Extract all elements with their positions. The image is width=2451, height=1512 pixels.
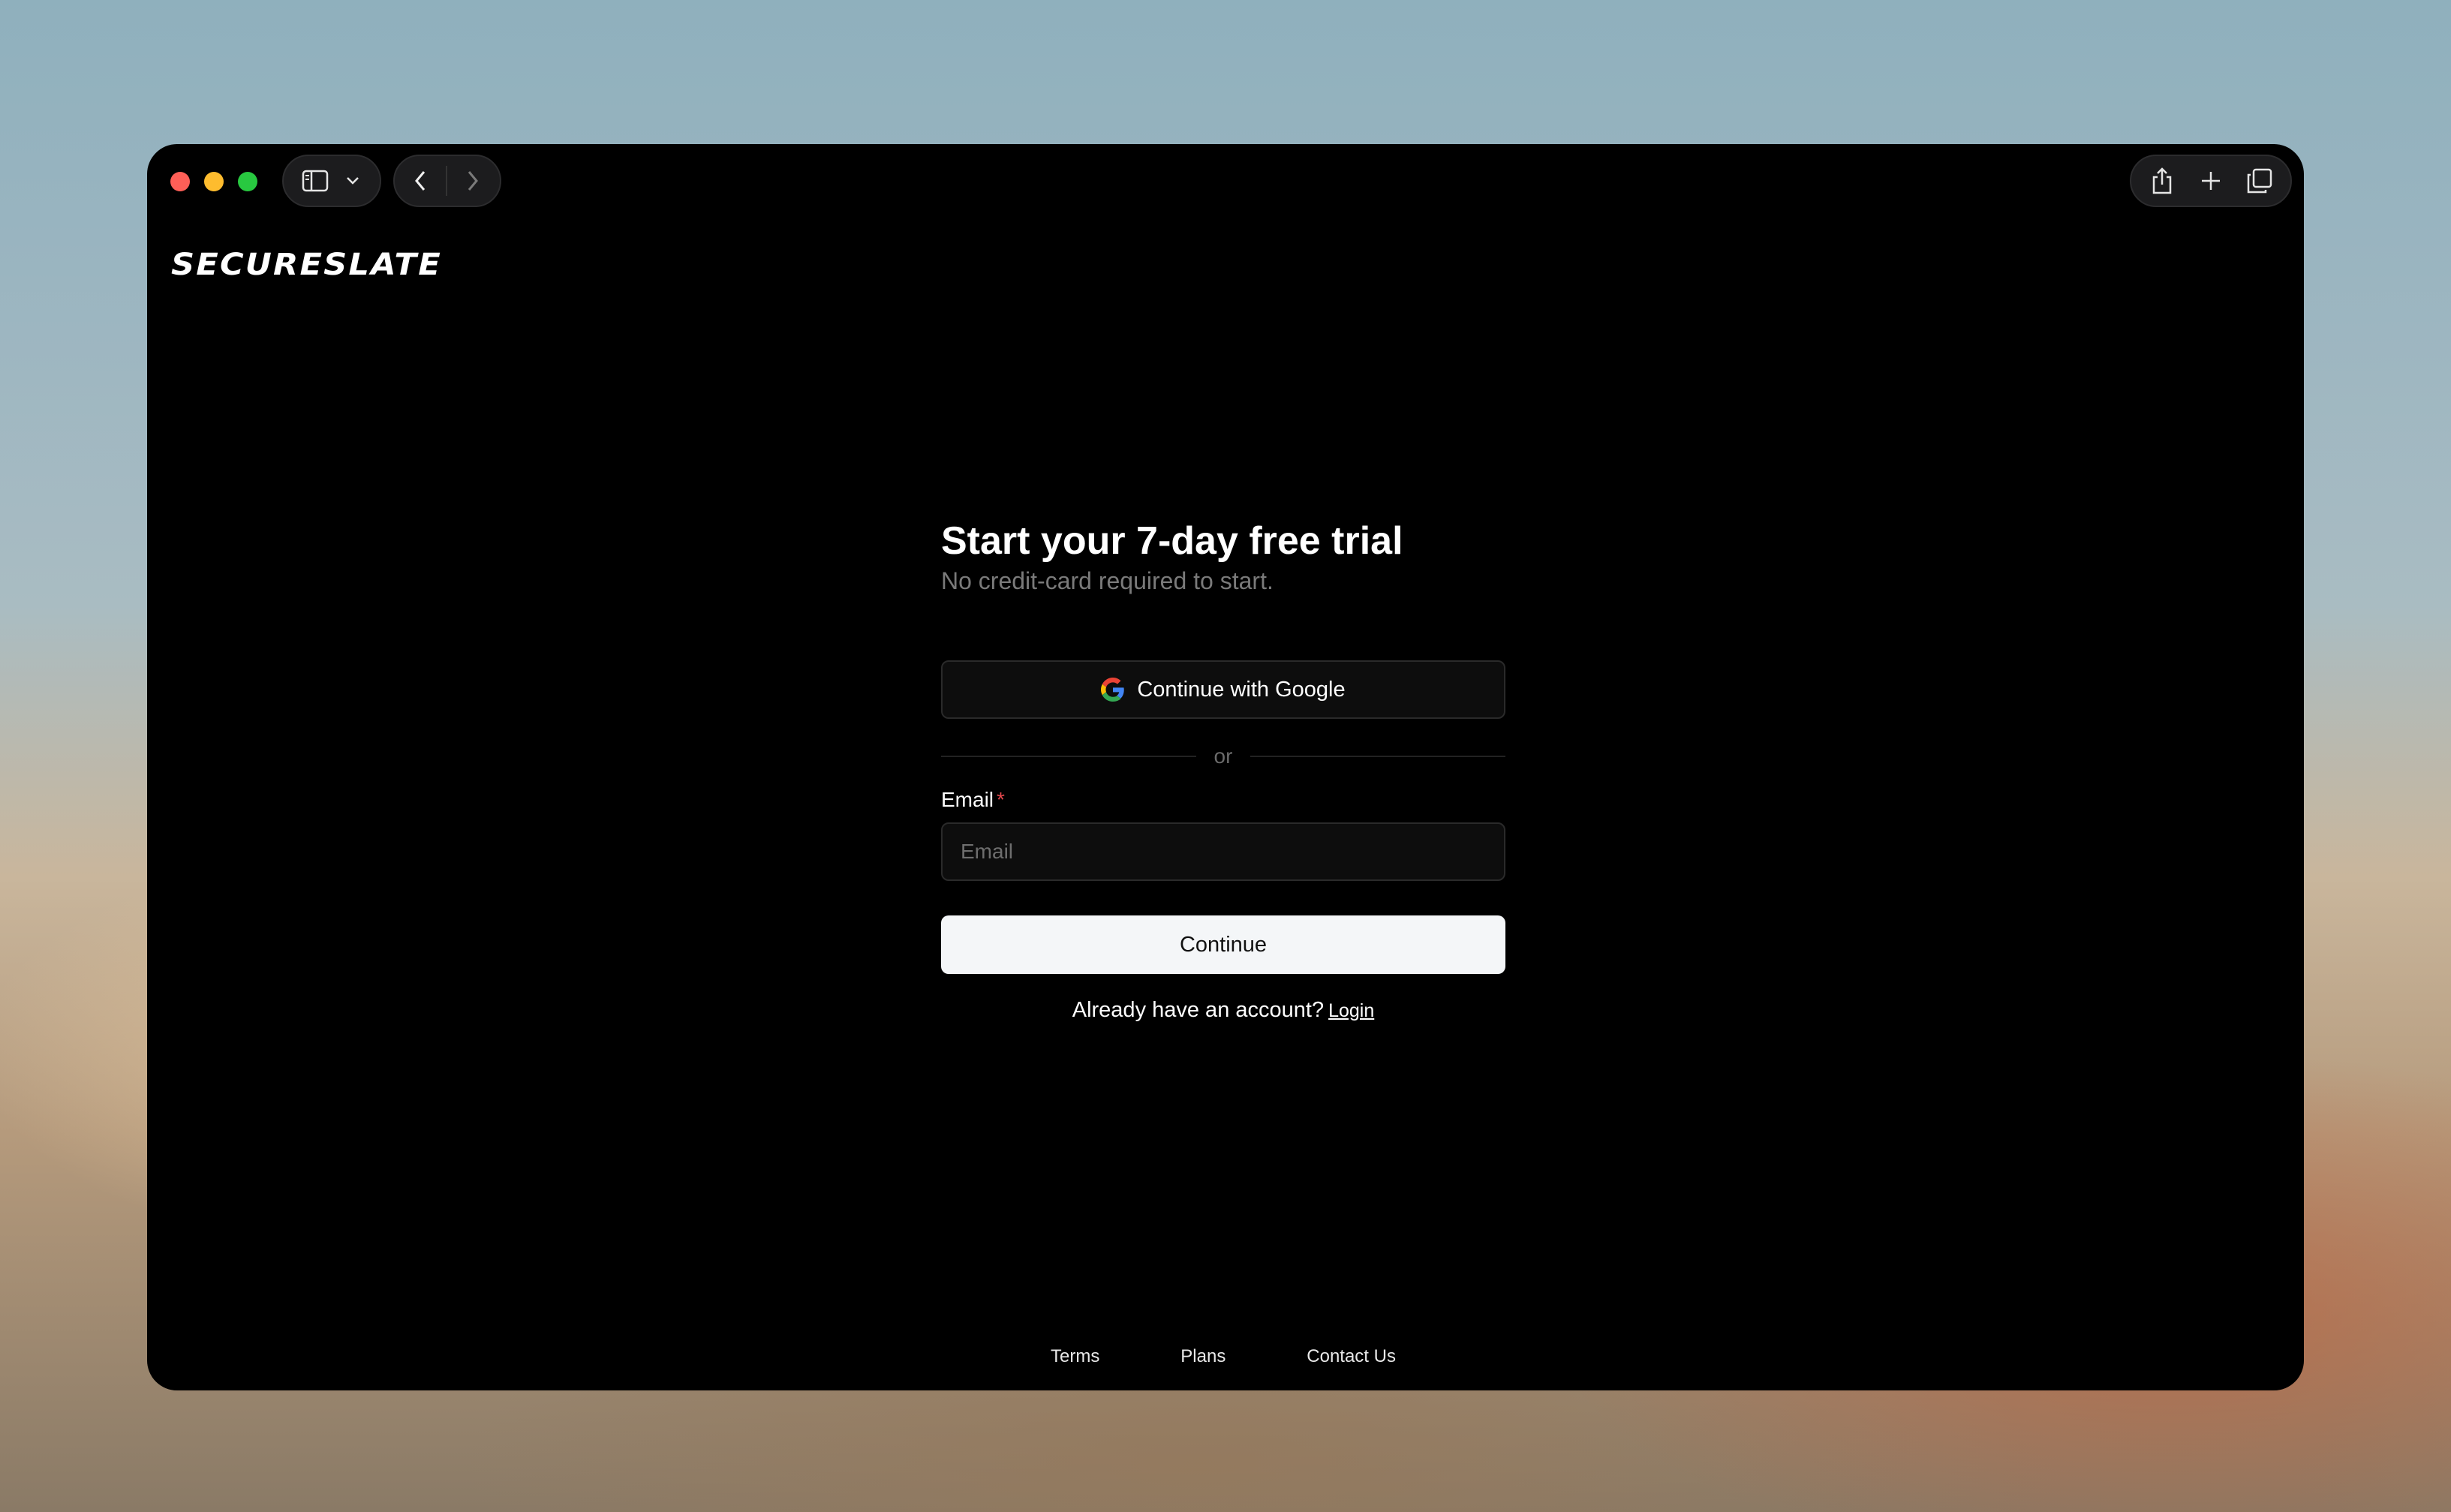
maximize-window-button[interactable] — [238, 172, 257, 191]
close-window-button[interactable] — [170, 172, 190, 191]
continue-with-google-button[interactable]: Continue with Google — [941, 660, 1505, 719]
footer-link-plans[interactable]: Plans — [1180, 1346, 1226, 1367]
footer-links: Terms Plans Contact Us — [1051, 1346, 1396, 1367]
page-title: Start your 7-day free trial — [941, 519, 1403, 563]
required-asterisk: * — [997, 788, 1005, 811]
continue-button[interactable]: Continue — [941, 915, 1505, 974]
or-text: or — [1213, 744, 1233, 768]
back-arrow-icon[interactable] — [395, 158, 446, 203]
signup-form: Start your 7-day free trial No credit-ca… — [941, 518, 1505, 1023]
forward-arrow-icon[interactable] — [447, 158, 498, 203]
email-label-text: Email — [941, 788, 994, 811]
minimize-window-button[interactable] — [204, 172, 224, 191]
login-prompt-text: Already have an account? — [1072, 998, 1325, 1022]
email-label: Email * — [941, 788, 1505, 812]
footer-link-contact-us[interactable]: Contact Us — [1307, 1346, 1396, 1367]
chevron-down-icon[interactable] — [338, 158, 368, 203]
sidebar-icon[interactable] — [293, 158, 338, 203]
tabs-overview-icon[interactable] — [2237, 158, 2282, 203]
footer-link-terms[interactable]: Terms — [1051, 1346, 1099, 1367]
navigation-group — [393, 155, 501, 207]
or-divider: or — [941, 744, 1505, 768]
brand-logo[interactable]: SECURESLATE — [171, 248, 442, 282]
page-subtitle: No credit-card required to start. — [941, 567, 1274, 594]
divider-line-right — [1250, 756, 1505, 757]
login-link[interactable]: Login — [1328, 1000, 1374, 1021]
tab-actions-group — [2130, 155, 2292, 207]
google-button-label: Continue with Google — [1137, 677, 1346, 702]
plus-icon[interactable] — [2188, 158, 2233, 203]
divider-line-left — [941, 756, 1196, 757]
google-icon — [1101, 678, 1125, 702]
email-input[interactable] — [941, 822, 1505, 881]
share-icon[interactable] — [2140, 158, 2185, 203]
sidebar-toggle-group — [282, 155, 381, 207]
login-prompt: Already have an account? Login — [941, 998, 1505, 1023]
